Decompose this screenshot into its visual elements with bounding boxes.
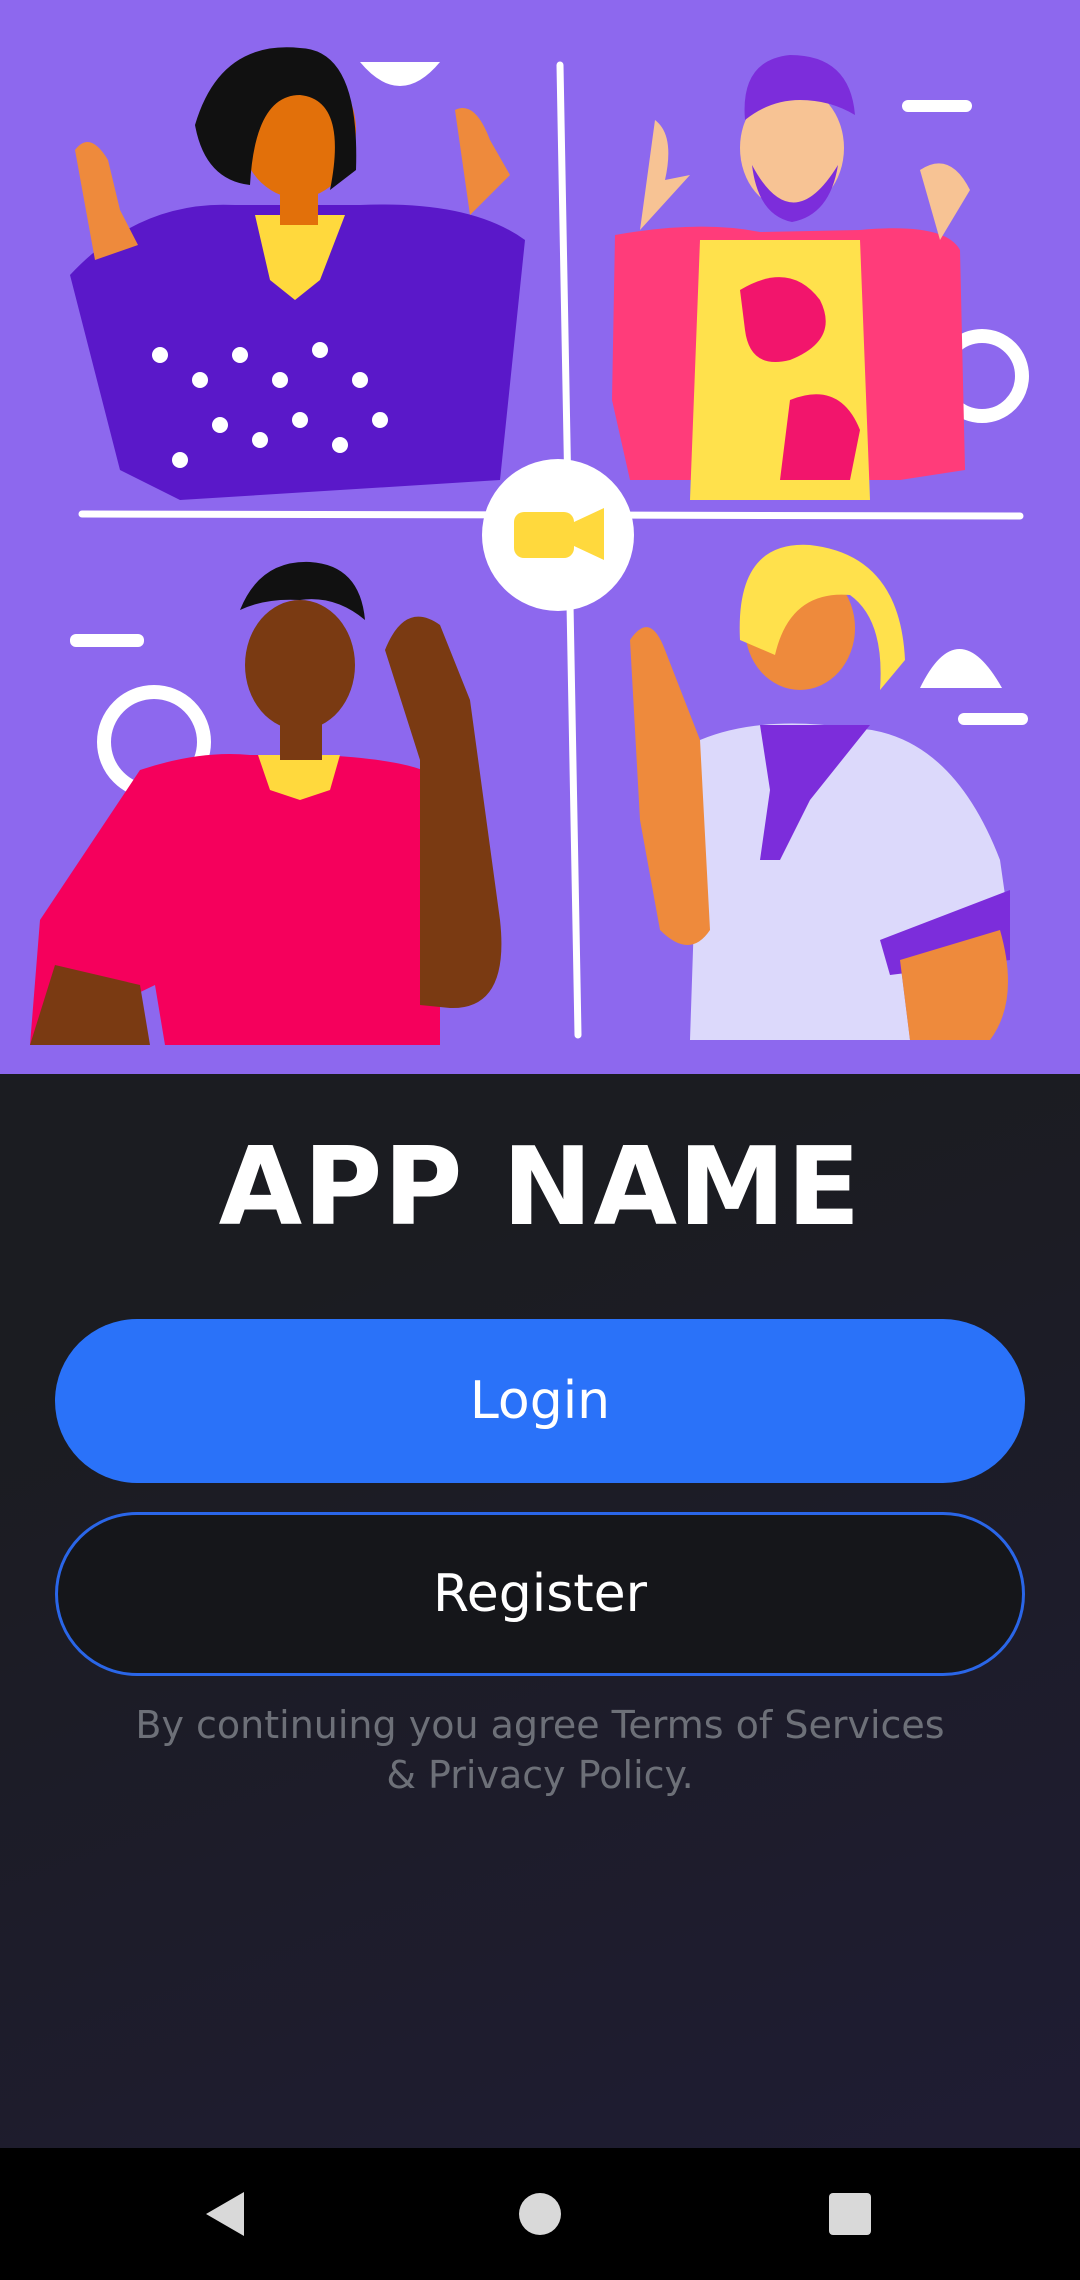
welcome-screen: APP NAME Login Register By continuing yo… — [0, 0, 1080, 2148]
login-button[interactable]: Login — [55, 1319, 1025, 1483]
home-icon — [519, 2193, 561, 2235]
nav-recents-button[interactable] — [780, 2148, 920, 2280]
hero-illustration — [0, 0, 1080, 1074]
app-title: APP NAME — [218, 1125, 862, 1250]
system-navigation-bar — [0, 2148, 1080, 2280]
recents-icon — [829, 2193, 871, 2235]
login-button-label: Login — [469, 1371, 611, 1431]
back-icon — [206, 2192, 244, 2236]
register-button-label: Register — [432, 1564, 648, 1624]
terms-text[interactable]: By continuing you agree Terms of Service… — [120, 1700, 960, 1800]
register-button[interactable]: Register — [55, 1512, 1025, 1676]
nav-back-button[interactable] — [155, 2148, 295, 2280]
video-call-illustration — [0, 0, 1080, 1074]
nav-home-button[interactable] — [470, 2148, 610, 2280]
